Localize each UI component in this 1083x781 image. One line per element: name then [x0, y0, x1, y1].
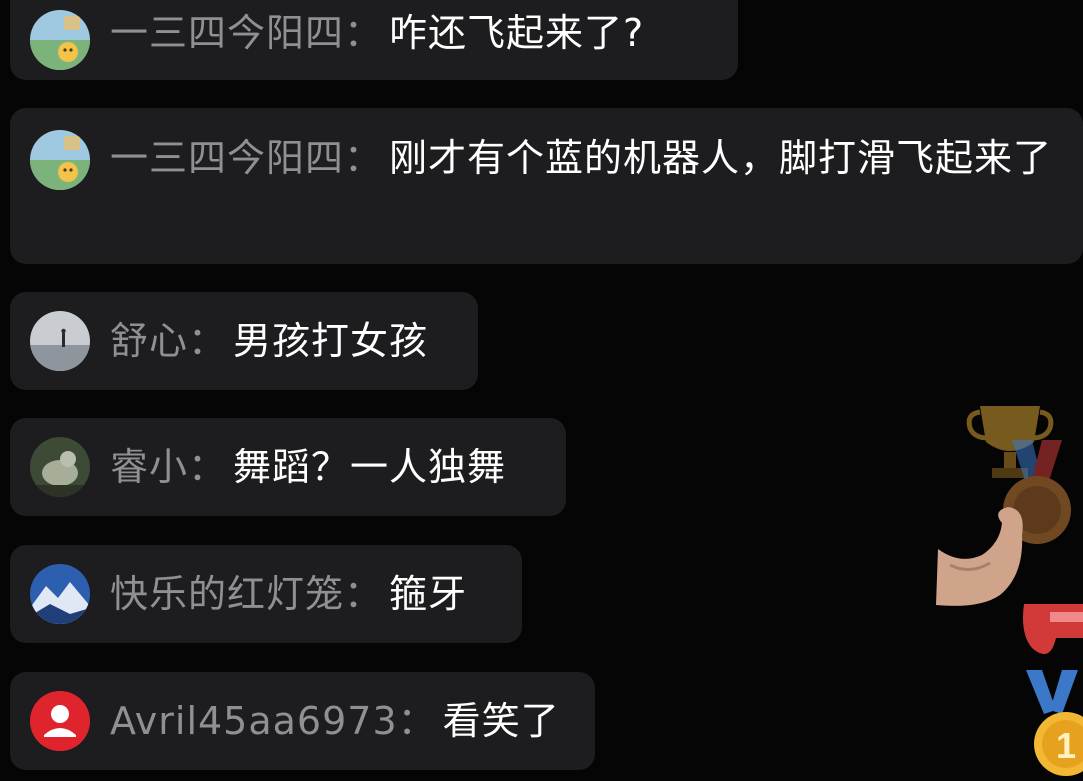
mountain-avatar[interactable] [30, 564, 90, 624]
comment-text: Avril45aa6973： 看笑了 [110, 693, 560, 749]
misty-lake-avatar[interactable] [30, 311, 90, 371]
svg-text:1: 1 [1056, 725, 1076, 766]
comment-content: 看笑了 [442, 699, 560, 743]
whistle-icon [1020, 598, 1083, 672]
animal-avatar[interactable] [30, 437, 90, 497]
comment-bubble[interactable]: 一三四今阳四： 咋还飞起来了? [10, 0, 738, 80]
comment-username[interactable]: 快乐的红灯笼 [110, 572, 344, 616]
comment-content: 箍牙 [389, 572, 468, 616]
comment-text: 睿小： 舞蹈？一人独舞 [110, 439, 506, 495]
comment-content: 刚才有个蓝的机器人，脚打滑飞起来了 [389, 136, 1053, 180]
comment-content: 咋还飞起来了? [389, 11, 645, 55]
comment-text: 一三四今阳四： 刚才有个蓝的机器人，脚打滑飞起来了 [110, 130, 1059, 186]
comment-username[interactable]: 舒心 [110, 319, 188, 363]
comment-username[interactable]: 一三四今阳四 [110, 136, 344, 180]
comment-separator: ： [344, 136, 384, 180]
default-user-avatar[interactable] [30, 691, 90, 751]
comment-separator: ： [188, 319, 228, 363]
comment-separator: ： [344, 572, 384, 616]
comment-username[interactable]: 睿小 [110, 445, 188, 489]
comment-text: 快乐的红灯笼： 箍牙 [110, 566, 467, 622]
comment-username[interactable]: 一三四今阳四 [110, 11, 344, 55]
comment-content: 舞蹈？一人独舞 [233, 445, 507, 489]
comment-separator: ： [397, 699, 437, 743]
gold-medal-icon: 1 [1022, 670, 1083, 781]
landscape-cartoon-avatar[interactable] [30, 10, 90, 70]
comment-username[interactable]: Avril45aa6973 [110, 699, 398, 743]
comment-bubble[interactable]: 舒心： 男孩打女孩 [10, 292, 478, 390]
landscape-cartoon-avatar[interactable] [30, 130, 90, 190]
comment-bubble[interactable]: 一三四今阳四： 刚才有个蓝的机器人，脚打滑飞起来了 [10, 108, 1083, 264]
comment-text: 舒心： 男孩打女孩 [110, 313, 428, 369]
comment-bubble[interactable]: 睿小： 舞蹈？一人独舞 [10, 418, 566, 516]
comment-separator: ： [344, 11, 384, 55]
comment-content: 男孩打女孩 [233, 319, 429, 363]
comment-text: 一三四今阳四： 咋还飞起来了? [110, 5, 644, 61]
comment-bubble[interactable]: 快乐的红灯笼： 箍牙 [10, 545, 522, 643]
comment-bubble[interactable]: Avril45aa6973： 看笑了 [10, 672, 595, 770]
comment-separator: ： [188, 445, 228, 489]
